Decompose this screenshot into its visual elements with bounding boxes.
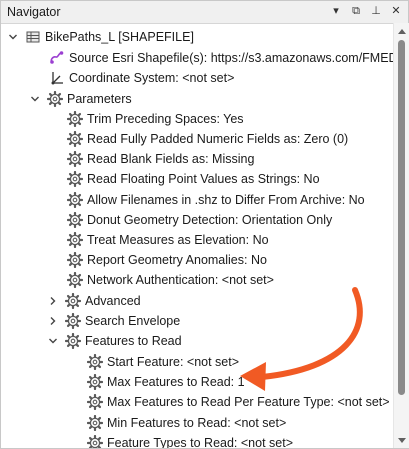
gear-icon <box>87 435 103 448</box>
tree-item-parameter[interactable]: Report Geometry Anomalies: No <box>67 250 267 270</box>
navigator-tree: BikePaths_L [SHAPEFILE] Source Esri Shap… <box>1 23 393 448</box>
tree-item-label: Search Envelope <box>85 314 181 328</box>
scroll-up-arrow-icon[interactable] <box>394 23 409 38</box>
tree-item-label: BikePaths_L [SHAPEFILE] <box>45 30 194 44</box>
tree-item-parameter[interactable]: Donut Geometry Detection: Orientation On… <box>67 210 332 230</box>
tree-item-parameter[interactable]: Read Blank Fields as: Missing <box>67 149 254 169</box>
collapse-chevron-icon[interactable] <box>47 335 59 347</box>
link-icon <box>49 50 65 66</box>
gear-icon <box>67 131 83 147</box>
gear-icon <box>87 415 103 431</box>
tree-item-label: Report Geometry Anomalies: No <box>87 253 267 267</box>
tree-item-search-envelope[interactable]: Search Envelope <box>47 311 180 331</box>
tree-item-features-to-read[interactable]: Features to Read <box>47 331 182 351</box>
tree-item-label: Read Floating Point Values as Strings: N… <box>87 172 320 186</box>
tree-item-parameter[interactable]: Treat Measures as Elevation: No <box>67 230 269 250</box>
titlebar: Navigator ▾ ⧉ ⊥ ✕ <box>1 1 408 24</box>
tree-item-min-features[interactable]: Min Features to Read: <not set> <box>87 413 286 433</box>
tree-item-root[interactable]: BikePaths_L [SHAPEFILE] <box>7 27 194 47</box>
tree-item-parameters[interactable]: Parameters <box>29 89 132 109</box>
close-button[interactable]: ✕ <box>387 2 405 21</box>
tree-item-label: Read Fully Padded Numeric Fields as: Zer… <box>87 132 349 146</box>
tree-item-label: Donut Geometry Detection: Orientation On… <box>87 213 333 227</box>
dropdown-button[interactable]: ▾ <box>327 2 345 21</box>
gear-icon <box>65 293 81 309</box>
gear-icon <box>67 212 83 228</box>
float-button[interactable]: ⧉ <box>347 2 365 21</box>
tree-item-label: Allow Filenames in .shz to Differ From A… <box>87 193 365 207</box>
gear-icon <box>65 313 81 329</box>
vertical-scrollbar[interactable] <box>393 23 409 448</box>
gear-icon <box>67 252 83 268</box>
tree-item-label: Trim Preceding Spaces: Yes <box>87 112 244 126</box>
tree-item-label: Advanced <box>85 294 141 308</box>
collapse-chevron-icon[interactable] <box>29 93 41 105</box>
gear-icon <box>67 111 83 127</box>
tree-item-label: Source Esri Shapefile(s): https://s3.ama… <box>69 51 393 65</box>
tree-item-advanced[interactable]: Advanced <box>47 291 141 311</box>
expand-chevron-icon[interactable] <box>47 295 59 307</box>
scrollbar-thumb[interactable] <box>398 40 405 395</box>
expand-chevron-icon[interactable] <box>47 315 59 327</box>
layer-icon <box>25 29 41 45</box>
tree-item-coordsys[interactable]: Coordinate System: <not set> <box>49 68 234 88</box>
tree-item-parameter[interactable]: Read Floating Point Values as Strings: N… <box>67 169 320 189</box>
tree-item-parameter[interactable]: Trim Preceding Spaces: Yes <box>67 109 244 129</box>
scroll-down-arrow-icon[interactable] <box>394 433 409 448</box>
gear-icon <box>67 232 83 248</box>
gear-icon <box>67 151 83 167</box>
tree-item-parameter[interactable]: Network Authentication: <not set> <box>67 270 274 290</box>
tree-item-label: Coordinate System: <not set> <box>69 71 235 85</box>
collapse-chevron-icon[interactable] <box>7 31 19 43</box>
tree-item-label: Features to Read <box>85 334 182 348</box>
gear-icon <box>87 394 103 410</box>
tree-item-label: Start Feature: <not set> <box>107 355 240 369</box>
tree-item-source[interactable]: Source Esri Shapefile(s): https://s3.ama… <box>49 48 393 68</box>
tree-item-label: Treat Measures as Elevation: No <box>87 233 269 247</box>
tree-item-label: Min Features to Read: <not set> <box>107 416 287 430</box>
axes-icon <box>49 70 65 86</box>
gear-icon <box>47 91 63 107</box>
tree-item-max-features-per-type[interactable]: Max Features to Read Per Feature Type: <… <box>87 392 390 412</box>
pin-button[interactable]: ⊥ <box>367 2 385 21</box>
gear-icon <box>67 192 83 208</box>
tree-item-start-feature[interactable]: Start Feature: <not set> <box>87 352 239 372</box>
tree-item-label: Network Authentication: <not set> <box>87 273 274 287</box>
tree-item-parameter[interactable]: Read Fully Padded Numeric Fields as: Zer… <box>67 129 348 149</box>
tree-item-label: Feature Types to Read: <not set> <box>107 436 293 448</box>
gear-icon <box>65 333 81 349</box>
gear-icon <box>87 354 103 370</box>
gear-icon <box>67 272 83 288</box>
tree-item-max-features[interactable]: Max Features to Read: 1 <box>87 372 245 392</box>
panel-title: Navigator <box>7 5 61 19</box>
tree-item-label: Parameters <box>67 92 132 106</box>
gear-icon <box>87 374 103 390</box>
tree-item-label: Max Features to Read Per Feature Type: <… <box>107 395 390 409</box>
navigator-panel: Navigator ▾ ⧉ ⊥ ✕ BikePaths_L [SHAPEFILE… <box>0 0 409 449</box>
tree-item-label: Max Features to Read: 1 <box>107 375 245 389</box>
tree-item-feature-types[interactable]: Feature Types to Read: <not set> <box>87 433 293 448</box>
tree-item-parameter[interactable]: Allow Filenames in .shz to Differ From A… <box>67 190 365 210</box>
tree-item-label: Read Blank Fields as: Missing <box>87 152 255 166</box>
gear-icon <box>67 171 83 187</box>
